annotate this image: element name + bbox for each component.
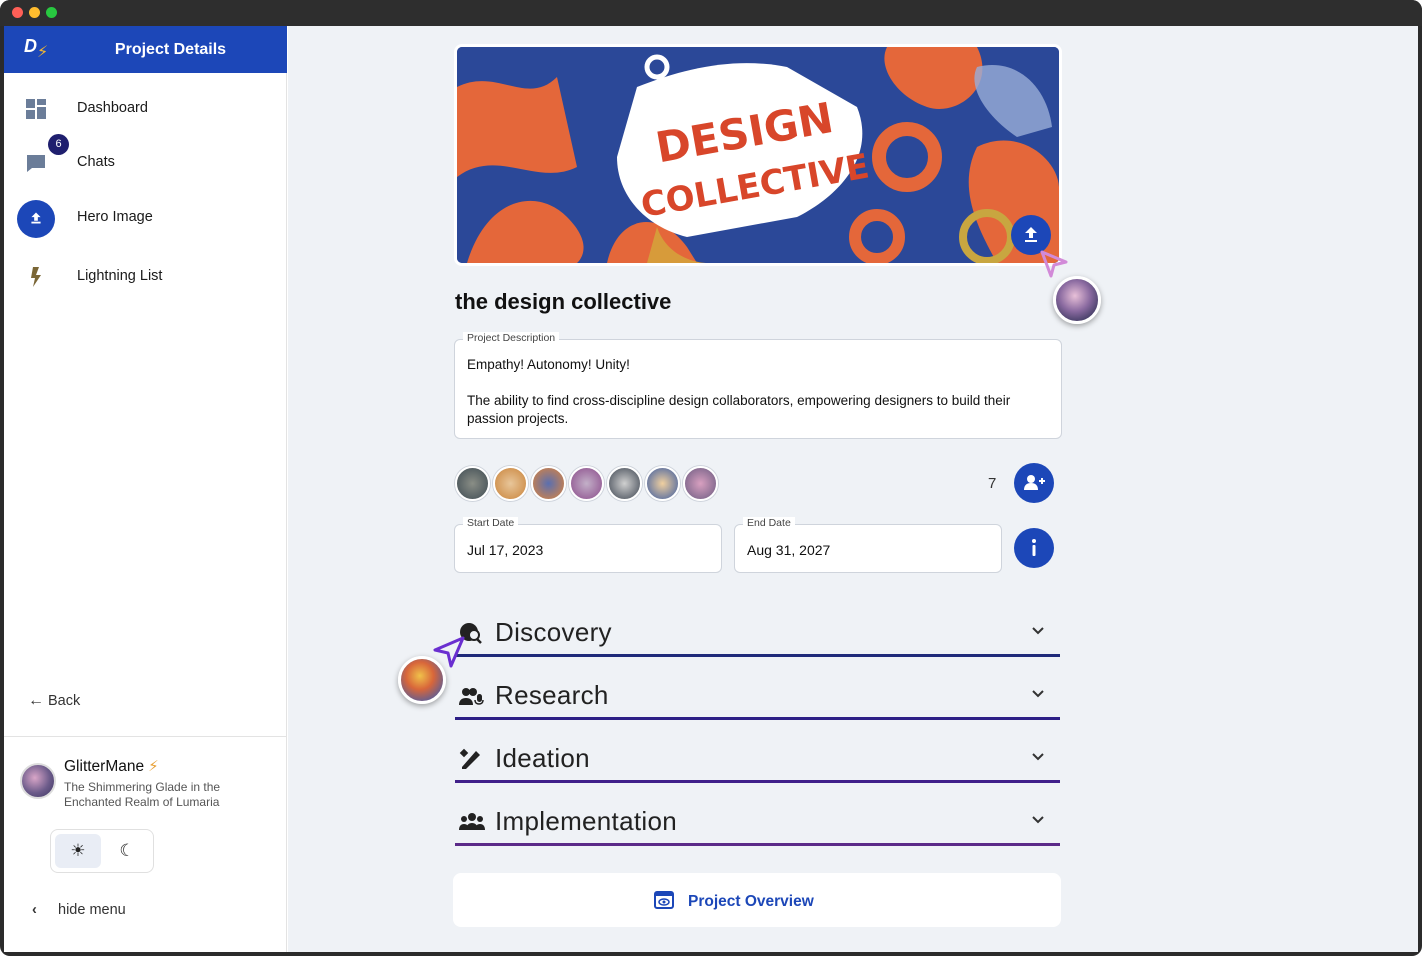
- field-label: Project Description: [463, 332, 560, 344]
- phase-label: Implementation: [495, 806, 677, 836]
- member-avatar[interactable]: [645, 466, 680, 501]
- field-label: End Date: [743, 517, 795, 529]
- arrow-left-icon: ←: [28, 692, 44, 709]
- dashboard-icon: [26, 99, 46, 119]
- light-mode-button[interactable]: ☀: [55, 834, 101, 868]
- back-button[interactable]: ← Back: [28, 692, 80, 710]
- phase-ideation[interactable]: Ideation: [455, 735, 1060, 783]
- sidebar-header: D ⚡ Project Details: [4, 26, 287, 73]
- user-avatar[interactable]: [20, 763, 56, 799]
- chats-count-badge: 6: [48, 134, 69, 155]
- member-avatar[interactable]: [569, 466, 604, 501]
- member-avatar[interactable]: [455, 466, 490, 501]
- phase-discovery[interactable]: Discovery: [455, 609, 1060, 657]
- people-group-icon: [459, 813, 485, 830]
- sidebar-item-chats[interactable]: Chats: [4, 143, 287, 183]
- collaborator-avatar[interactable]: [398, 656, 446, 704]
- chevron-down-icon: [1032, 690, 1044, 698]
- main-content: DESIGN COLLECTIVE the design collective …: [288, 26, 1418, 952]
- dark-mode-button[interactable]: ☾: [104, 834, 150, 868]
- sun-icon: ☀: [70, 841, 86, 860]
- member-avatar[interactable]: [607, 466, 642, 501]
- app-content: D ⚡ Project Details Dashboard Chats 6 Her…: [4, 26, 1418, 952]
- chevron-down-icon: [1032, 816, 1044, 824]
- project-overview-label: Project Overview: [688, 893, 814, 910]
- phase-underline: [455, 843, 1060, 846]
- end-date-field[interactable]: End Date Aug 31, 2027: [734, 517, 1002, 573]
- info-icon: [1032, 539, 1036, 556]
- lightning-icon: ⚡: [148, 758, 159, 775]
- sidebar-item-label: Hero Image: [77, 209, 153, 225]
- member-avatar[interactable]: [683, 466, 718, 501]
- maximize-window-button[interactable]: [46, 7, 57, 18]
- upload-icon: [31, 212, 41, 224]
- member-count: 7: [988, 475, 997, 492]
- sidebar-item-label: Chats: [77, 154, 115, 170]
- phase-underline: [455, 717, 1060, 720]
- users-mic-icon: [459, 688, 484, 705]
- project-title: the design collective: [455, 289, 672, 314]
- phase-implementation[interactable]: Implementation: [455, 798, 1060, 846]
- sidebar-item-lightning-list[interactable]: Lightning List: [4, 257, 287, 297]
- collaborator-avatar[interactable]: [1053, 276, 1101, 324]
- app-window: D ⚡ Project Details Dashboard Chats 6 Her…: [0, 0, 1422, 956]
- moon-icon: ☾: [119, 841, 135, 860]
- user-name-line: GlitterMane ⚡: [64, 757, 159, 776]
- chevron-down-icon: [1032, 753, 1044, 761]
- pen-ruler-icon: [459, 748, 480, 769]
- close-window-button[interactable]: [12, 7, 23, 18]
- sidebar-item-label: Dashboard: [77, 100, 148, 116]
- sidebar-item-label: Lightning List: [77, 268, 163, 284]
- sidebar-title: Project Details: [114, 41, 227, 58]
- divider: [4, 736, 287, 737]
- chevron-down-icon: [1032, 627, 1044, 635]
- project-overview-button[interactable]: Project Overview: [453, 873, 1061, 927]
- user-name: GlitterMane: [64, 758, 145, 775]
- hide-menu-button[interactable]: ‹ hide menu: [32, 902, 126, 918]
- field-label: Start Date: [463, 517, 519, 529]
- theme-toggle: ☀ ☾: [50, 829, 154, 873]
- add-member-button[interactable]: [1014, 463, 1054, 503]
- sidebar-item-hero-image[interactable]: Hero Image: [4, 198, 287, 238]
- title-bar: [0, 0, 1422, 26]
- user-location: The Shimmering Glade in the Enchanted Re…: [64, 780, 221, 809]
- phase-label: Ideation: [495, 743, 590, 773]
- chat-icon: [27, 155, 45, 172]
- back-label: Back: [48, 693, 81, 709]
- phase-underline: [455, 654, 1060, 657]
- start-date-field[interactable]: Start Date Jul 17, 2023: [454, 517, 722, 573]
- phase-underline: [455, 780, 1060, 783]
- member-avatar[interactable]: [531, 466, 566, 501]
- sidebar: D ⚡ Project Details Dashboard Chats 6 Her…: [4, 26, 287, 952]
- collaborator-cursor-icon: [1040, 250, 1068, 278]
- phase-research[interactable]: Research: [455, 672, 1060, 720]
- sidebar-item-dashboard[interactable]: Dashboard: [4, 89, 287, 129]
- project-description-text: Empathy! Autonomy! Unity! The ability to…: [467, 357, 1011, 426]
- member-avatar[interactable]: [493, 466, 528, 501]
- phase-label: Research: [495, 680, 609, 710]
- date-info-button[interactable]: [1014, 528, 1054, 568]
- end-date-value: Aug 31, 2027: [747, 542, 831, 558]
- start-date-value: Jul 17, 2023: [467, 542, 544, 558]
- hero-image: DESIGN COLLECTIVE: [454, 44, 1062, 266]
- hero-illustration: DESIGN COLLECTIVE: [457, 47, 1059, 263]
- minimize-window-button[interactable]: [29, 7, 40, 18]
- lightning-icon: [31, 267, 41, 287]
- chevron-left-icon: ‹: [32, 902, 37, 918]
- hide-menu-label: hide menu: [58, 902, 126, 918]
- add-user-icon: [1024, 475, 1045, 490]
- eye-window-icon: [654, 891, 674, 909]
- project-description-field[interactable]: Project Description Empathy! Autonomy! U…: [454, 332, 1062, 439]
- phase-label: Discovery: [495, 617, 612, 647]
